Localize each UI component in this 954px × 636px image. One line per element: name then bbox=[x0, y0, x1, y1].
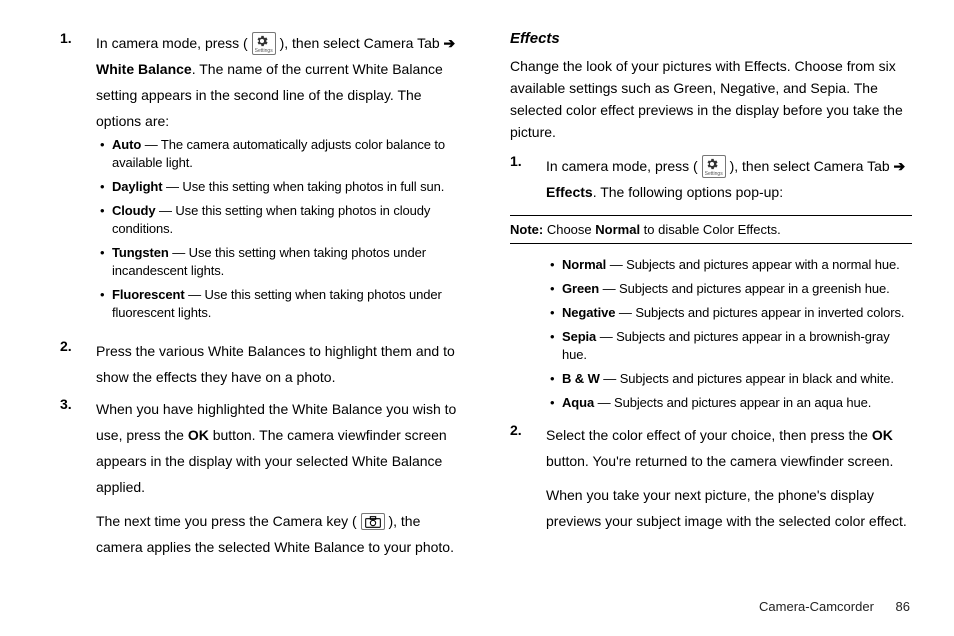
note-label: Note: bbox=[510, 222, 543, 237]
ok-label: OK bbox=[872, 427, 893, 443]
camera-icon bbox=[361, 513, 385, 530]
text-bold: White Balance bbox=[96, 61, 192, 77]
list-item: •Normal — Subjects and pictures appear w… bbox=[550, 256, 912, 274]
list-item: •Sepia — Subjects and pictures appear in… bbox=[550, 328, 912, 364]
text: ), then select Camera Tab bbox=[730, 158, 894, 174]
page-number: 86 bbox=[896, 599, 910, 614]
step-number: 2. bbox=[510, 422, 546, 534]
step-3-extra: The next time you press the Camera key (… bbox=[96, 508, 460, 560]
step-1: 1. In camera mode, press ( Settings ), t… bbox=[60, 30, 460, 332]
list-item: •Daylight — Use this setting when taking… bbox=[100, 178, 460, 196]
fx-step-2-extra: When you take your next picture, the pho… bbox=[546, 482, 912, 534]
list-item: •Cloudy — Use this setting when taking p… bbox=[100, 202, 460, 238]
text: In camera mode, press ( bbox=[96, 35, 248, 51]
page-footer: Camera-Camcorder 86 bbox=[759, 599, 910, 614]
fx-options-list: •Normal — Subjects and pictures appear w… bbox=[546, 256, 912, 412]
text: ), then select Camera Tab bbox=[280, 35, 444, 51]
text: Select the color effect of your choice, … bbox=[546, 427, 872, 443]
text: button. You're returned to the camera vi… bbox=[546, 453, 893, 469]
footer-section: Camera-Camcorder bbox=[759, 599, 874, 614]
text: to disable Color Effects. bbox=[640, 222, 781, 237]
icon-caption: Settings bbox=[255, 49, 273, 54]
ok-label: OK bbox=[188, 427, 209, 443]
list-item: •Auto — The camera automatically adjusts… bbox=[100, 136, 460, 172]
left-column: 1. In camera mode, press ( Settings ), t… bbox=[60, 30, 460, 566]
step-body: In camera mode, press ( Settings ), then… bbox=[546, 153, 912, 205]
list-item: •Tungsten — Use this setting when taking… bbox=[100, 244, 460, 280]
text-bold: Normal bbox=[595, 222, 640, 237]
text: . The following options pop-up: bbox=[593, 184, 783, 200]
list-item: •B & W — Subjects and pictures appear in… bbox=[550, 370, 912, 388]
text-bold: Effects bbox=[546, 184, 593, 200]
step-number: 1. bbox=[60, 30, 96, 332]
step-body: In camera mode, press ( Settings ), then… bbox=[96, 30, 460, 332]
text: The next time you press the Camera key ( bbox=[96, 513, 357, 529]
step-number: 2. bbox=[60, 338, 96, 390]
list-item: •Fluorescent — Use this setting when tak… bbox=[100, 286, 460, 322]
step-number: 1. bbox=[510, 153, 546, 205]
icon-caption: Settings bbox=[705, 172, 723, 177]
note-box: Note: Choose Normal to disable Color Eff… bbox=[510, 215, 912, 244]
step-3: 3. When you have highlighted the White B… bbox=[60, 396, 460, 560]
fx-step-1: 1. In camera mode, press ( Settings ), t… bbox=[510, 153, 912, 205]
step-body: When you have highlighted the White Bala… bbox=[96, 396, 460, 560]
list-item: •Negative — Subjects and pictures appear… bbox=[550, 304, 912, 322]
text: Choose bbox=[543, 222, 595, 237]
step-body: Select the color effect of your choice, … bbox=[546, 422, 912, 534]
step-number: 3. bbox=[60, 396, 96, 560]
manual-page: 1. In camera mode, press ( Settings ), t… bbox=[0, 0, 954, 636]
settings-icon: Settings bbox=[252, 32, 276, 55]
wb-options-list: •Auto — The camera automatically adjusts… bbox=[96, 136, 460, 322]
effects-intro: Change the look of your pictures with Ef… bbox=[510, 55, 912, 143]
arrow-icon: ➔ bbox=[444, 35, 456, 51]
right-column: Effects Change the look of your pictures… bbox=[510, 30, 912, 566]
list-item: •Green — Subjects and pictures appear in… bbox=[550, 280, 912, 298]
list-item: •Aqua — Subjects and pictures appear in … bbox=[550, 394, 912, 412]
step-2: 2. Press the various White Balances to h… bbox=[60, 338, 460, 390]
effects-heading: Effects bbox=[510, 30, 912, 47]
settings-icon: Settings bbox=[702, 155, 726, 178]
fx-step-2: 2. Select the color effect of your choic… bbox=[510, 422, 912, 534]
step-body: Press the various White Balances to high… bbox=[96, 338, 460, 390]
text: In camera mode, press ( bbox=[546, 158, 698, 174]
arrow-icon: ➔ bbox=[894, 158, 906, 174]
